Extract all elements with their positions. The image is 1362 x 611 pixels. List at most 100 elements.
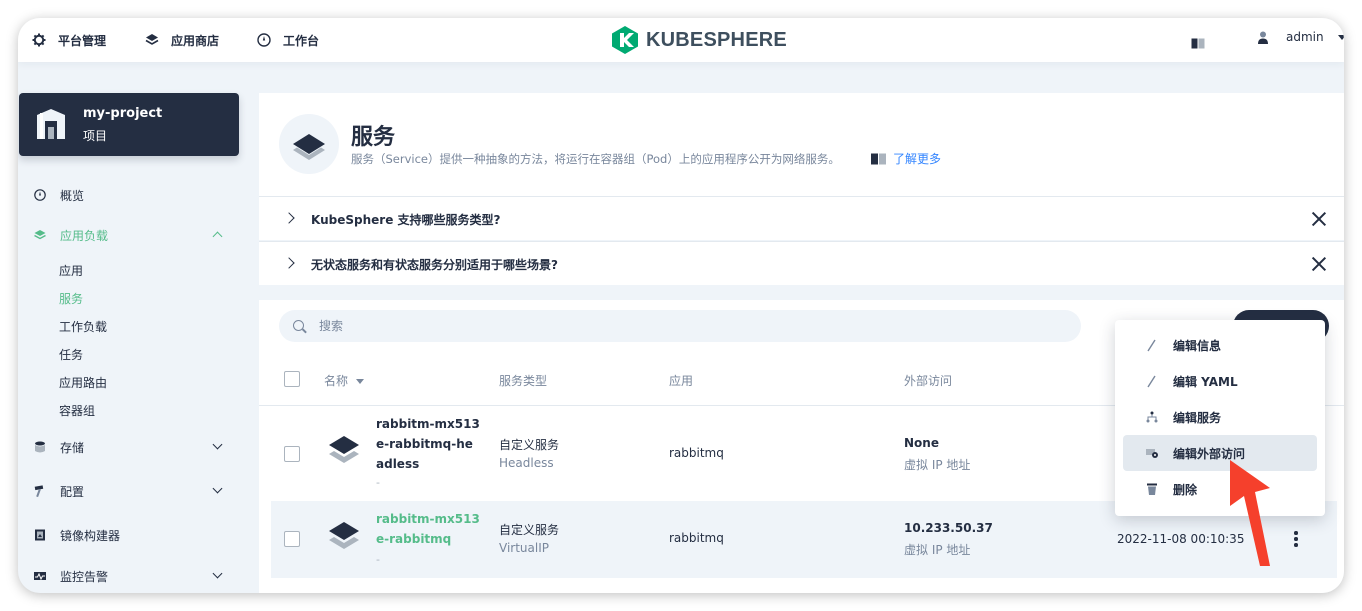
service-type-sub: VirtualIP bbox=[499, 541, 549, 555]
sidebar-item-config[interactable]: 配置 bbox=[18, 481, 240, 501]
service-name-link[interactable]: rabbitm-mx513e-rabbitmq-headless bbox=[376, 414, 481, 474]
nav-label: 应用商店 bbox=[171, 33, 220, 48]
page-title: 服务 bbox=[351, 125, 396, 150]
faq-question: KubeSphere 支持哪些服务类型? bbox=[311, 213, 501, 227]
external-access-sub: 虚拟 IP 地址 bbox=[904, 543, 971, 557]
sidebar-item-label: 配置 bbox=[60, 484, 85, 499]
sidebar-item-image-builder[interactable]: 镜像构建器 bbox=[18, 525, 240, 545]
sidebar-subitem-jobs[interactable]: 任务 bbox=[59, 346, 83, 362]
dashboard-icon bbox=[257, 33, 271, 47]
chevron-down-icon bbox=[1337, 34, 1344, 40]
sidebar-subitem-apps[interactable]: 应用 bbox=[59, 262, 83, 278]
service-type: 自定义服务 bbox=[499, 523, 560, 537]
monitor-icon bbox=[34, 570, 46, 582]
user-menu[interactable]: admin bbox=[1258, 30, 1344, 44]
layers-icon bbox=[145, 33, 159, 47]
learn-more-label: 了解更多 bbox=[893, 152, 942, 166]
chevron-down-icon bbox=[212, 439, 223, 450]
close-icon[interactable] bbox=[1311, 211, 1327, 227]
external-access: None bbox=[904, 436, 939, 450]
database-icon bbox=[34, 441, 46, 453]
app-name: rabbitmq bbox=[669, 446, 724, 460]
chevron-down-icon bbox=[212, 483, 223, 494]
menu-item-edit-info[interactable]: 编辑信息 bbox=[1123, 327, 1317, 363]
pen-icon bbox=[1145, 338, 1159, 352]
topology-icon bbox=[1145, 410, 1159, 424]
page-banner: 服务 服务（Service）提供一种抽象的方法，将运行在容器组（Pod）上的应用… bbox=[259, 93, 1344, 196]
project-type: 项目 bbox=[83, 129, 108, 143]
select-all-checkbox[interactable] bbox=[284, 371, 300, 387]
column-header-name[interactable]: 名称 bbox=[324, 372, 365, 389]
sidebar-subitem-routes[interactable]: 应用路由 bbox=[59, 374, 107, 390]
gear-icon bbox=[32, 33, 46, 47]
chevron-up-icon bbox=[212, 231, 223, 242]
service-icon bbox=[327, 436, 361, 468]
chevron-right-icon bbox=[283, 257, 295, 269]
column-header-type: 服务类型 bbox=[499, 374, 548, 388]
username: admin bbox=[1286, 30, 1324, 44]
search-bar[interactable] bbox=[279, 310, 1081, 342]
menu-item-label: 编辑信息 bbox=[1173, 338, 1222, 353]
sidebar-item-monitoring[interactable]: 监控告警 bbox=[18, 566, 240, 586]
sidebar-item-label: 监控告警 bbox=[60, 569, 109, 584]
more-options-icon[interactable] bbox=[1294, 531, 1298, 547]
hammer-icon bbox=[34, 485, 46, 498]
service-description: - bbox=[376, 553, 380, 566]
sidebar-item-overview[interactable]: 概览 bbox=[18, 185, 240, 205]
project-icon bbox=[35, 107, 67, 141]
sidebar-item-label: 镜像构建器 bbox=[60, 528, 121, 543]
network-icon bbox=[1145, 446, 1159, 460]
chevron-down-icon bbox=[212, 568, 223, 579]
book-icon[interactable] bbox=[1191, 34, 1205, 49]
service-name-link[interactable]: rabbitm-mx513e-rabbitmq bbox=[376, 509, 481, 549]
nav-app-store[interactable]: 应用商店 bbox=[145, 30, 219, 50]
menu-item-edit-yaml[interactable]: 编辑 YAML bbox=[1123, 363, 1317, 399]
sidebar-subitem-services[interactable]: 服务 bbox=[59, 290, 83, 306]
kubesphere-logo[interactable]: KUBESPHERE bbox=[612, 26, 787, 54]
learn-more-link[interactable]: 了解更多 bbox=[871, 150, 941, 167]
menu-item-label: 编辑服务 bbox=[1173, 410, 1222, 425]
menu-item-edit-service[interactable]: 编辑服务 bbox=[1123, 399, 1317, 435]
nav-platform-management[interactable]: 平台管理 bbox=[32, 30, 106, 50]
row-checkbox[interactable] bbox=[284, 531, 300, 547]
nav-label: 工作台 bbox=[283, 33, 320, 48]
app-window: 平台管理 应用商店 工作台 KUBESPHERE admin my-projec… bbox=[18, 18, 1344, 593]
column-header-label: 名称 bbox=[324, 374, 349, 388]
search-input[interactable] bbox=[319, 317, 919, 335]
sidebar-subitem-workloads[interactable]: 工作负载 bbox=[59, 318, 107, 334]
nav-workbench[interactable]: 工作台 bbox=[257, 30, 319, 50]
service-icon bbox=[327, 522, 361, 554]
dashboard-icon bbox=[34, 189, 46, 201]
sort-down-icon bbox=[356, 379, 365, 384]
chevron-right-icon bbox=[283, 212, 295, 224]
column-header-app: 应用 bbox=[669, 374, 694, 388]
sidebar-item-label: 存储 bbox=[60, 440, 85, 455]
project-name: my-project bbox=[83, 106, 163, 121]
kubesphere-logo-icon bbox=[612, 26, 638, 54]
sidebar-item-label: 概览 bbox=[60, 188, 85, 203]
nav-label: 平台管理 bbox=[58, 33, 107, 48]
service-type: 自定义服务 bbox=[499, 438, 560, 452]
service-type-sub: Headless bbox=[499, 456, 554, 470]
external-access-sub: 虚拟 IP 地址 bbox=[904, 458, 971, 472]
service-icon bbox=[279, 114, 339, 174]
close-icon[interactable] bbox=[1311, 256, 1327, 272]
sidebar-subitem-pods[interactable]: 容器组 bbox=[59, 402, 95, 418]
top-bar: 平台管理 应用商店 工作台 KUBESPHERE admin bbox=[18, 18, 1344, 62]
book-icon bbox=[871, 153, 887, 165]
column-header-external: 外部访问 bbox=[904, 374, 953, 388]
sidebar-item-workloads[interactable]: 应用负载 bbox=[18, 225, 240, 245]
annotation-arrow bbox=[1200, 458, 1280, 568]
sidebar-item-label: 应用负载 bbox=[60, 228, 109, 243]
image-builder-icon bbox=[34, 529, 46, 541]
faq-item[interactable]: KubeSphere 支持哪些服务类型? bbox=[259, 196, 1344, 240]
layers-icon bbox=[34, 229, 46, 241]
search-icon bbox=[293, 320, 304, 331]
sidebar-item-storage[interactable]: 存储 bbox=[18, 437, 240, 457]
external-access: 10.233.50.37 bbox=[904, 521, 993, 535]
row-checkbox[interactable] bbox=[284, 446, 300, 462]
faq-item[interactable]: 无状态服务和有状态服务分别适用于哪些场景? bbox=[259, 241, 1344, 285]
pen-icon bbox=[1145, 374, 1159, 388]
project-card[interactable]: my-project 项目 bbox=[19, 93, 239, 156]
faq-question: 无状态服务和有状态服务分别适用于哪些场景? bbox=[311, 258, 558, 272]
